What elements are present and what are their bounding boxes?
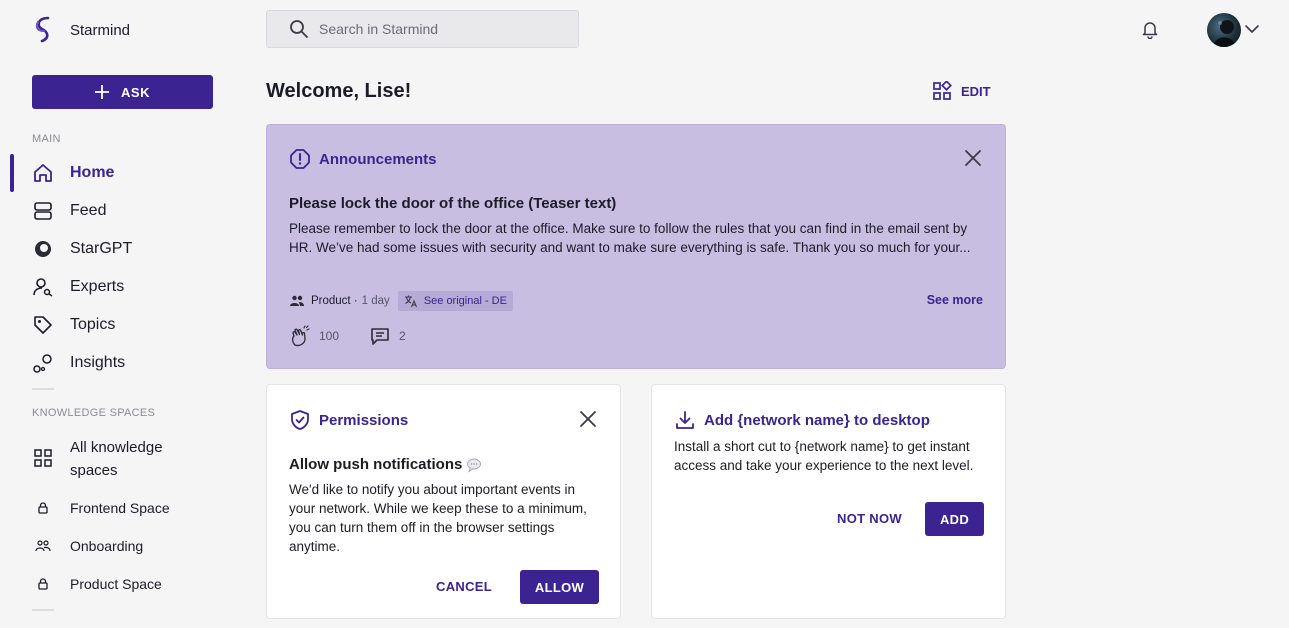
sidebar-item-feed[interactable]: Feed [32,200,106,222]
close-icon[interactable] [579,410,597,428]
clap-icon [291,325,310,347]
home-icon [34,164,52,182]
sidebar-item-frontend-space[interactable]: Frontend Space [32,497,170,519]
sidebar-item-label: Onboarding [70,538,144,554]
add-button[interactable]: ADD [925,502,984,536]
permissions-title-text: Allow push notifications [289,456,463,473]
ask-button[interactable]: ASK [32,75,213,109]
announcement-heading: Announcements [319,150,437,168]
sidebar-item-topics[interactable]: Topics [32,314,115,336]
desktop-header: Add {network name} to desktop [674,409,930,431]
alert-icon [290,149,310,169]
announcement-meta: Product · 1 day See original - DE [289,291,513,311]
avatar[interactable] [1207,13,1241,47]
permissions-card: Permissions Allow push notifications We'… [266,384,621,619]
lock-icon [32,573,54,595]
announcement-time: 1 day [361,295,390,307]
insights-icon [33,354,52,373]
starmind-logo-icon [35,16,50,43]
ask-label: ASK [121,84,150,100]
announcement-stats: 100 2 [289,325,436,347]
announcement-header: Announcements [289,148,437,170]
sidebar-divider [32,388,54,390]
grid-icon [32,447,54,469]
not-now-button[interactable]: NOT NOW [837,511,902,526]
sidebar-item-label: StarGPT [70,240,133,257]
comment-count: 2 [399,329,406,343]
clap-count: 100 [319,329,340,343]
add-to-desktop-card: Add {network name} to desktop Install a … [651,384,1006,619]
stargpt-icon [35,241,51,257]
sidebar-item-home[interactable]: Home [32,162,114,184]
brand-logo[interactable]: Starmind [32,14,130,46]
announcement-card: Announcements Please lock the door of th… [266,124,1006,369]
sidebar-item-label: Product Space [70,576,162,592]
sidebar-item-label: Feed [70,202,107,219]
clap-button[interactable]: 100 [289,325,339,347]
group-icon [32,535,54,557]
speech-bubble-icon [467,458,482,473]
announcement-title: Please lock the door of the office (Teas… [289,195,617,212]
avatar-image [1213,20,1237,47]
sidebar-item-label: Home [70,164,115,181]
search-placeholder: Search in Starmind [319,21,439,37]
cancel-button[interactable]: CANCEL [436,579,492,594]
sidebar-item-label: Frontend Space [70,500,170,516]
search-icon [290,20,308,38]
download-icon [676,411,694,429]
sidebar-item-label: Insights [70,354,126,371]
desktop-heading: Add {network name} to desktop [704,411,930,429]
feed-icon [34,202,52,220]
permissions-body: We'd like to notify you about important … [289,482,587,554]
sidebar-item-label: All knowledge spaces [70,439,163,479]
announcement-body: Please remember to lock the door at the … [289,221,971,255]
bell-icon[interactable] [1140,19,1160,39]
sidebar-item-onboarding[interactable]: Onboarding [32,535,143,557]
tag-icon [34,316,52,334]
group-icon [290,295,304,306]
sidebar-divider [32,609,54,611]
sidebar-item-label: Topics [70,316,116,333]
see-more-link[interactable]: See more [927,293,983,307]
edit-button[interactable]: EDIT [932,81,991,101]
permissions-header: Permissions [289,409,408,431]
main-section-label: MAIN [32,133,61,145]
sidebar-item-all-spaces[interactable]: All knowledge spaces [32,436,190,482]
comment-button[interactable]: 2 [369,325,406,347]
permissions-title: Allow push notifications [289,456,482,473]
plus-icon [95,85,110,99]
experts-icon [33,278,53,297]
chevron-down-icon[interactable] [1244,21,1260,37]
comment-icon [371,328,389,345]
sidebar-item-stargpt[interactable]: StarGPT [32,238,132,260]
shield-check-icon [291,410,309,430]
see-original-badge[interactable]: See original - DE [397,291,513,311]
search-input[interactable]: Search in Starmind [266,10,579,48]
sidebar: Starmind ASK MAIN Home Feed StarGPT Expe… [0,0,240,628]
brand-name: Starmind [70,21,131,39]
widgets-icon [933,81,952,100]
permissions-heading: Permissions [319,411,409,429]
allow-button[interactable]: ALLOW [520,570,599,604]
sidebar-item-experts[interactable]: Experts [32,276,124,298]
active-indicator [10,154,14,192]
close-icon[interactable] [964,149,982,167]
edit-label: EDIT [961,83,991,99]
see-original-label: See original - DE [423,295,507,307]
lock-icon [32,497,54,519]
desktop-body: Install a short cut to {network name} to… [674,439,974,473]
knowledge-spaces-label: KNOWLEDGE SPACES [32,407,156,419]
announcement-space[interactable]: Product · [311,295,358,307]
sidebar-item-label: Experts [70,278,125,295]
translate-icon [404,295,417,308]
sidebar-item-insights[interactable]: Insights [32,352,125,374]
page-title: Welcome, Lise! [266,80,412,102]
sidebar-item-product-space[interactable]: Product Space [32,573,162,595]
